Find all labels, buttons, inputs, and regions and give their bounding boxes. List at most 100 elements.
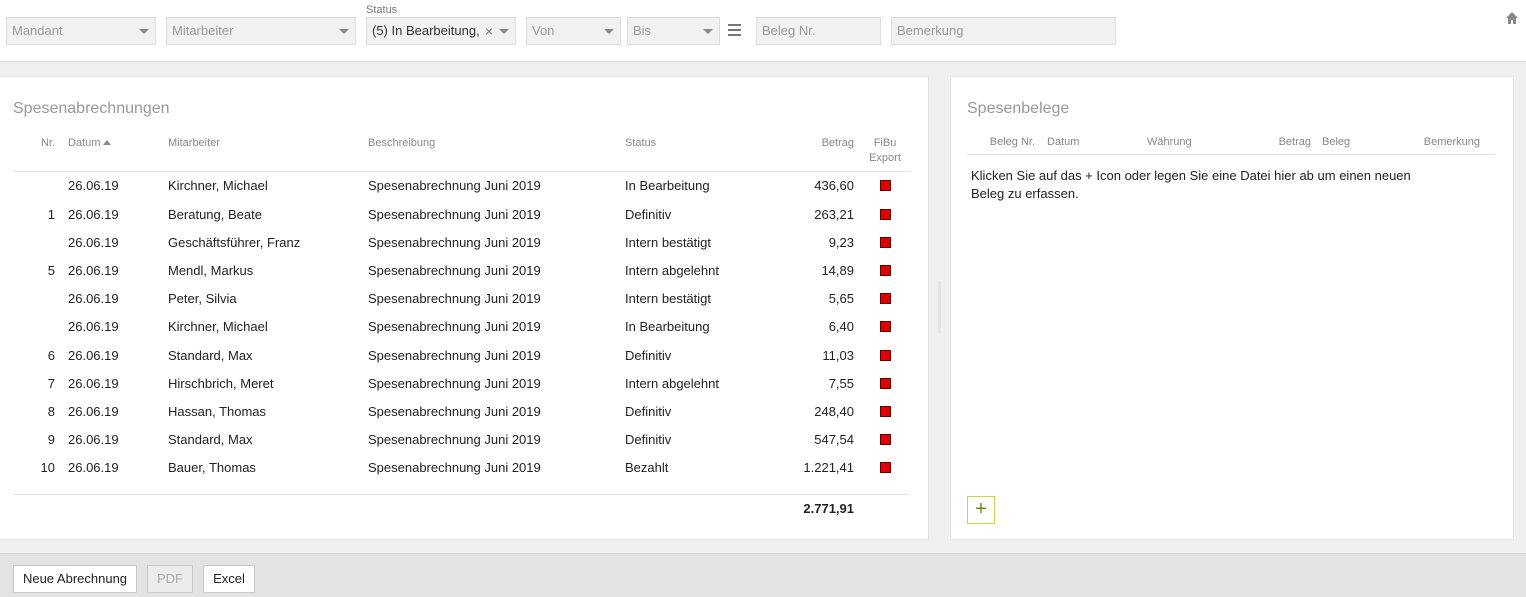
cell-datum: 26.06.19 <box>68 235 119 250</box>
cell-betrag: 14,89 <box>821 263 854 278</box>
cell-mitarbeiter: Peter, Silvia <box>168 291 237 306</box>
clear-status-icon[interactable]: × <box>482 18 493 44</box>
column-header-fibu-export[interactable]: FiBu Export <box>862 136 908 166</box>
table-row[interactable]: 10 26.06.19 Bauer, Thomas Spesenabrechnung … <box>0 460 930 488</box>
cell-betrag: 5,65 <box>828 291 854 306</box>
cell-status: Definitiv <box>625 404 672 419</box>
cell-status: Intern bestätigt <box>625 291 711 306</box>
column-header-fibu: FiBu <box>873 137 897 149</box>
mandant-select[interactable]: Mandant <box>6 17 156 45</box>
table-row[interactable]: 26.06.19 Kirchner, Michael Spesenabrechnun… <box>0 319 930 347</box>
panel-title: Spesenabrechnungen <box>13 100 170 117</box>
cell-nr: 1 <box>47 207 55 222</box>
sort-ascending-icon <box>103 140 112 145</box>
cell-mitarbeiter: Mendl, Markus <box>168 263 254 278</box>
table-row[interactable]: 1 26.06.19 Beratung, Beate Spesenabrechnung… <box>0 207 930 235</box>
column-header-beschreibung[interactable]: Beschreibung <box>368 136 435 151</box>
panel-splitter-handle[interactable] <box>938 281 941 333</box>
cell-nr: 9 <box>47 432 55 447</box>
cell-betrag: 436,60 <box>814 178 854 193</box>
table-row[interactable]: 6 26.06.19 Standard, Max Spesenabrechnung J… <box>0 348 930 376</box>
column-header-betrag[interactable]: Betrag <box>1251 136 1311 148</box>
cell-mitarbeiter: Geschäftsführer, Franz <box>168 235 301 250</box>
bis-date-select[interactable]: Bis <box>627 17 720 45</box>
cell-datum: 26.06.19 <box>68 207 119 222</box>
cell-nr: 10 <box>40 460 55 475</box>
cell-status: Definitiv <box>625 432 672 447</box>
cell-status: In Bearbeitung <box>625 319 710 334</box>
table-row[interactable]: 5 26.06.19 Mendl, Markus Spesenabrechnung J… <box>0 263 930 291</box>
column-header-status[interactable]: Status <box>625 136 656 151</box>
menu-icon[interactable] <box>728 24 741 36</box>
cell-betrag: 7,55 <box>828 376 854 391</box>
cell-beschreibung: Spesenabrechnung Juni 2019 <box>368 178 541 193</box>
cell-datum: 26.06.19 <box>68 460 119 475</box>
status-select[interactable]: (5) In Bearbeitung, × <box>366 17 516 45</box>
column-header-bemerkung[interactable]: Bemerkung <box>1380 136 1480 148</box>
cell-beschreibung: Spesenabrechnung Juni 2019 <box>368 291 541 306</box>
column-header-datum-label: Datum <box>68 137 101 149</box>
column-header-datum[interactable]: Datum <box>1047 136 1079 148</box>
cell-datum: 26.06.19 <box>68 404 119 419</box>
bemerkung-input[interactable]: Bemerkung <box>891 17 1116 45</box>
cell-beschreibung: Spesenabrechnung Juni 2019 <box>368 319 541 334</box>
cell-datum: 26.06.19 <box>68 376 119 391</box>
fibu-export-flag-icon <box>880 378 891 389</box>
cell-status: Intern abgelehnt <box>625 263 719 278</box>
cell-nr: 6 <box>47 348 55 363</box>
column-header-mitarbeiter[interactable]: Mitarbeiter <box>168 136 220 151</box>
home-icon[interactable] <box>1505 11 1519 25</box>
beleg-nr-input[interactable]: Beleg Nr. <box>756 17 881 45</box>
spesenbelege-panel[interactable]: Spesenbelege Beleg Nr. Datum Währung Bet… <box>950 76 1514 540</box>
cell-betrag: 11,03 <box>822 348 854 363</box>
column-header-beleg-nr[interactable]: Beleg Nr. <box>967 136 1035 148</box>
cell-status: Bezahlt <box>625 460 669 475</box>
cell-beschreibung: Spesenabrechnung Juni 2019 <box>368 263 541 278</box>
cell-datum: 26.06.19 <box>68 319 119 334</box>
cell-beschreibung: Spesenabrechnung Juni 2019 <box>368 432 541 447</box>
bottom-toolbar: Neue Abrechnung PDF Excel <box>0 553 1526 597</box>
fibu-export-flag-icon <box>880 406 891 417</box>
table-row[interactable]: 9 26.06.19 Standard, Max Spesenabrechnung J… <box>0 432 930 460</box>
cell-betrag: 263,21 <box>814 207 854 222</box>
column-header-beleg[interactable]: Beleg <box>1322 136 1350 148</box>
cell-nr: 5 <box>47 263 55 278</box>
cell-beschreibung: Spesenabrechnung Juni 2019 <box>368 376 541 391</box>
column-header-export: Export <box>869 152 901 164</box>
column-header-datum[interactable]: Datum <box>68 136 112 151</box>
cell-mitarbeiter: Standard, Max <box>168 432 253 447</box>
cell-nr: 7 <box>47 376 55 391</box>
table-row[interactable]: 26.06.19 Peter, Silvia Spesenabrechnung Ju… <box>0 291 930 319</box>
cell-beschreibung: Spesenabrechnung Juni 2019 <box>368 348 541 363</box>
fibu-export-flag-icon <box>880 293 891 304</box>
cell-beschreibung: Spesenabrechnung Juni 2019 <box>368 207 541 222</box>
column-header-waehrung[interactable]: Währung <box>1147 136 1192 148</box>
mitarbeiter-select[interactable]: Mitarbeiter <box>166 17 356 45</box>
status-label: Status <box>366 4 398 16</box>
von-date-select[interactable]: Von <box>526 17 621 45</box>
fibu-export-flag-icon <box>880 265 891 276</box>
cell-nr: 8 <box>47 404 55 419</box>
cell-mitarbeiter: Beratung, Beate <box>168 207 262 222</box>
excel-button[interactable]: Excel <box>203 565 255 593</box>
table-row[interactable]: 8 26.06.19 Hassan, Thomas Spesenabrechnung … <box>0 404 930 432</box>
filter-bar: Mandant Mitarbeiter Status (5) In Bearbe… <box>0 0 1526 62</box>
empty-hint-text: Klicken Sie auf das + Icon oder legen Si… <box>971 168 1411 201</box>
table-row[interactable]: 7 26.06.19 Hirschbrich, Meret Spesenabrechn… <box>0 376 930 404</box>
total-divider <box>13 494 910 495</box>
column-header-betrag[interactable]: Betrag <box>754 136 854 151</box>
pdf-button[interactable]: PDF <box>147 565 193 593</box>
cell-betrag: 6,40 <box>828 319 854 334</box>
neue-abrechnung-button[interactable]: Neue Abrechnung <box>13 565 137 593</box>
cell-datum: 26.06.19 <box>68 432 119 447</box>
column-header-nr[interactable]: Nr. <box>13 136 55 151</box>
cell-datum: 26.06.19 <box>68 263 119 278</box>
cell-mitarbeiter: Kirchner, Michael <box>168 319 268 334</box>
cell-datum: 26.06.19 <box>68 178 119 193</box>
cell-mitarbeiter: Hirschbrich, Meret <box>168 376 274 391</box>
table-row[interactable]: 26.06.19 Kirchner, Michael Spesenabrechnun… <box>0 178 930 206</box>
add-beleg-button[interactable]: + <box>967 496 995 524</box>
fibu-export-flag-icon <box>880 462 891 473</box>
table-row[interactable]: 26.06.19 Geschäftsführer, Franz Spesenabre… <box>0 235 930 263</box>
cell-beschreibung: Spesenabrechnung Juni 2019 <box>368 404 541 419</box>
